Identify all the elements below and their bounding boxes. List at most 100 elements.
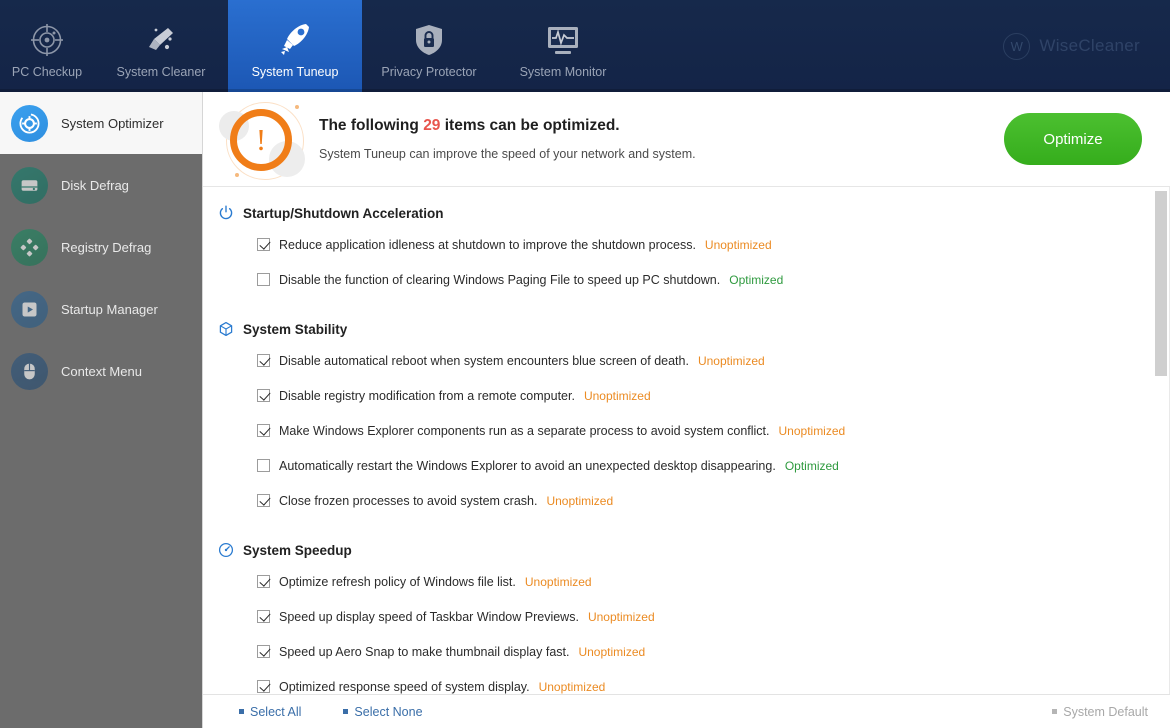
warning-exclamation-icon: ! (217, 97, 313, 181)
gear-circle-icon (11, 104, 48, 142)
cube-icon (217, 321, 234, 338)
option-checkbox[interactable] (257, 494, 270, 507)
select-all-label: Select All (250, 704, 302, 719)
sidebar-item-label: System Optimizer (61, 115, 164, 131)
tab-label: System Cleaner (116, 65, 206, 79)
options-list: Startup/Shutdown Acceleration Reduce app… (203, 187, 1170, 694)
tab-label: PC Checkup (11, 65, 83, 79)
option-label: Close frozen processes to avoid system c… (279, 493, 538, 508)
broom-icon (144, 13, 178, 57)
rocket-icon (276, 13, 314, 57)
status-header: ! The following 29 items can be optimize… (203, 92, 1170, 187)
system-default-label: System Default (1063, 704, 1148, 719)
option-row[interactable]: Optimized response speed of system displ… (203, 669, 1170, 694)
play-icon (11, 290, 48, 328)
warning-ring: ! (230, 109, 292, 171)
brand-name: WiseCleaner (1039, 36, 1140, 55)
option-row[interactable]: Make Windows Explorer components run as … (203, 413, 1170, 448)
option-status: Unoptimized (697, 353, 765, 368)
option-label: Speed up display speed of Taskbar Window… (279, 609, 579, 624)
status-suffix: items can be optimized. (444, 117, 620, 134)
sidebar-item-system-optimizer[interactable]: System Optimizer (0, 92, 202, 154)
tab-pc-checkup[interactable]: PC Checkup (0, 0, 94, 92)
status-headline: The following 29 items can be optimized. (319, 117, 1004, 135)
status-prefix: The following (319, 117, 419, 134)
option-label: Make Windows Explorer components run as … (279, 423, 770, 438)
option-row[interactable]: Speed up display speed of Taskbar Window… (203, 599, 1170, 634)
section-title: System Stability (243, 321, 348, 337)
decorative-dot-bottom (235, 173, 239, 177)
decorative-dot-top (295, 105, 299, 109)
system-default-link[interactable]: System Default (1052, 705, 1148, 719)
option-status: Unoptimized (587, 609, 655, 624)
option-checkbox[interactable] (257, 610, 270, 623)
option-row[interactable]: Close frozen processes to avoid system c… (203, 483, 1170, 518)
option-checkbox[interactable] (257, 424, 270, 437)
optimize-button[interactable]: Optimize (1004, 113, 1142, 165)
sidebar-item-context-menu[interactable]: Context Menu (0, 340, 202, 402)
mouse-icon (11, 352, 48, 390)
option-row[interactable]: Speed up Aero Snap to make thumbnail dis… (203, 634, 1170, 669)
tab-system-tuneup[interactable]: System Tuneup (228, 0, 362, 92)
list-scrollbar[interactable] (1155, 191, 1167, 690)
option-checkbox[interactable] (257, 238, 270, 251)
tab-privacy-protector[interactable]: Privacy Protector (362, 0, 496, 92)
option-checkbox[interactable] (257, 273, 270, 286)
monitor-pulse-icon (546, 13, 580, 57)
sidebar: System Optimizer Disk Defrag Registry De… (0, 92, 203, 728)
option-checkbox[interactable] (257, 459, 270, 472)
tab-label: System Monitor (519, 65, 607, 79)
select-none-link[interactable]: Select None (343, 705, 423, 719)
option-label: Optimize refresh policy of Windows file … (279, 574, 516, 589)
body-area: System Optimizer Disk Defrag Registry De… (0, 92, 1170, 728)
section-header-system-stability: System Stability (203, 315, 1170, 343)
sidebar-item-label: Disk Defrag (61, 177, 129, 193)
power-icon (217, 205, 234, 222)
main-panel: ! The following 29 items can be optimize… (203, 92, 1170, 728)
option-row[interactable]: Disable the function of clearing Windows… (203, 262, 1170, 297)
sidebar-item-label: Startup Manager (61, 301, 158, 317)
option-checkbox[interactable] (257, 575, 270, 588)
option-checkbox[interactable] (257, 680, 270, 693)
option-row[interactable]: Disable registry modification from a rem… (203, 378, 1170, 413)
option-checkbox[interactable] (257, 389, 270, 402)
option-row[interactable]: Optimize refresh policy of Windows file … (203, 564, 1170, 599)
options-list-container: Startup/Shutdown Acceleration Reduce app… (203, 187, 1170, 694)
tab-label: Privacy Protector (381, 65, 477, 79)
status-subline: System Tuneup can improve the speed of y… (319, 147, 696, 161)
sidebar-item-registry-defrag[interactable]: Registry Defrag (0, 216, 202, 278)
option-status: Unoptimized (546, 493, 614, 508)
bullet-icon (343, 709, 349, 714)
option-status: Unoptimized (583, 388, 651, 403)
option-row[interactable]: Reduce application idleness at shutdown … (203, 227, 1170, 262)
option-status: Unoptimized (524, 574, 592, 589)
option-status: Unoptimized (578, 644, 646, 659)
option-row[interactable]: Disable automatical reboot when system e… (203, 343, 1170, 378)
bullet-icon (1052, 709, 1058, 714)
tab-label: System Tuneup (251, 65, 339, 79)
footer-bar: Select All Select None System Default (203, 694, 1170, 728)
option-checkbox[interactable] (257, 354, 270, 367)
option-label: Disable registry modification from a rem… (279, 388, 575, 403)
option-checkbox[interactable] (257, 645, 270, 658)
section-title: System Speedup (243, 542, 352, 558)
exclamation-glyph: ! (255, 121, 267, 157)
option-label: Reduce application idleness at shutdown … (279, 237, 696, 252)
tab-system-monitor[interactable]: System Monitor (496, 0, 630, 92)
option-label: Automatically restart the Windows Explor… (279, 458, 776, 473)
sidebar-item-startup-manager[interactable]: Startup Manager (0, 278, 202, 340)
brand-logo: W WiseCleaner (1003, 0, 1170, 92)
registry-icon (11, 228, 48, 266)
sidebar-item-disk-defrag[interactable]: Disk Defrag (0, 154, 202, 216)
scrollbar-thumb[interactable] (1155, 191, 1167, 376)
tab-system-cleaner[interactable]: System Cleaner (94, 0, 228, 92)
option-row[interactable]: Automatically restart the Windows Explor… (203, 448, 1170, 483)
select-all-link[interactable]: Select All (239, 705, 301, 719)
top-navigation-bar: PC Checkup System Cleaner System Tuneup … (0, 0, 1170, 92)
option-status: Optimized (729, 272, 784, 287)
shield-lock-icon (413, 13, 445, 57)
application-window: PC Checkup System Cleaner System Tuneup … (0, 0, 1170, 728)
section-header-startup-shutdown: Startup/Shutdown Acceleration (203, 199, 1170, 227)
option-status: Unoptimized (538, 679, 606, 694)
